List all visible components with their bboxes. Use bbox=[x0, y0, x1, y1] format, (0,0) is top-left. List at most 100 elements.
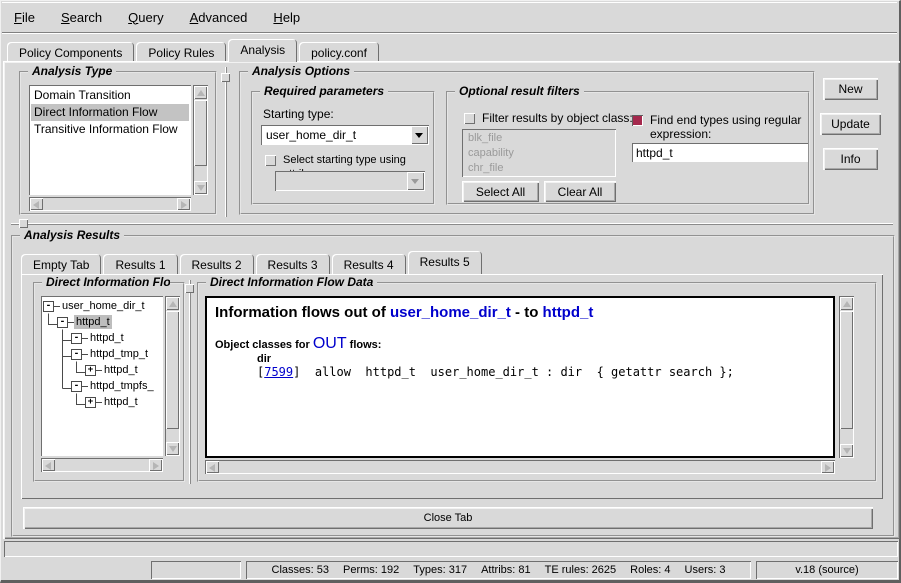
tree-node[interactable]: + httpd_t bbox=[41, 394, 163, 410]
tab-results-4[interactable]: Results 4 bbox=[332, 254, 406, 274]
scroll-down-icon[interactable] bbox=[840, 444, 853, 457]
main-sash-handle[interactable] bbox=[19, 219, 28, 228]
analysis-type-vscrollbar[interactable] bbox=[193, 85, 208, 195]
starting-type-combobox[interactable]: user_home_dir_t bbox=[261, 125, 429, 145]
scroll-down-icon[interactable] bbox=[194, 181, 207, 194]
menu-help[interactable]: Help bbox=[273, 10, 300, 25]
analysis-options-group: Analysis Options Required parameters Sta… bbox=[239, 71, 815, 215]
results-sash-handle[interactable] bbox=[185, 284, 194, 293]
tab-results-5[interactable]: Results 5 bbox=[408, 251, 482, 274]
update-button[interactable]: Update bbox=[820, 113, 881, 135]
scroll-thumb[interactable] bbox=[166, 311, 179, 429]
tab-policy-rules[interactable]: Policy Rules bbox=[136, 42, 226, 62]
tab-policy-conf[interactable]: policy.conf bbox=[299, 42, 379, 62]
analysis-type-title: Analysis Type bbox=[28, 64, 116, 78]
scroll-up-icon[interactable] bbox=[194, 86, 207, 99]
menu-advanced[interactable]: Advanced bbox=[190, 10, 248, 25]
regex-checkbox[interactable] bbox=[632, 115, 643, 126]
scroll-thumb[interactable] bbox=[194, 100, 207, 166]
flow-data-text[interactable]: Information flows out of user_home_dir_t… bbox=[205, 296, 835, 458]
scroll-down-icon[interactable] bbox=[166, 442, 179, 455]
stat-te-rules: TE rules: 2625 bbox=[545, 564, 617, 576]
data-vscrollbar[interactable] bbox=[839, 296, 854, 458]
collapse-icon[interactable]: - bbox=[57, 317, 68, 328]
tab-policy-components[interactable]: Policy Components bbox=[7, 42, 134, 62]
info-button[interactable]: Info bbox=[823, 148, 878, 170]
menu-bar: File Search Query Advanced Help bbox=[2, 2, 897, 33]
tree-node-label[interactable]: httpd_t bbox=[102, 395, 140, 409]
analysis-type-listbox[interactable]: Domain Transition Direct Information Flo… bbox=[29, 85, 191, 195]
analysis-results-group: Analysis Results Empty Tab Results 1 Res… bbox=[11, 235, 895, 537]
collapse-icon[interactable]: - bbox=[71, 349, 82, 360]
tab-analysis[interactable]: Analysis bbox=[228, 39, 297, 62]
tree-node-label[interactable]: user_home_dir_t bbox=[60, 299, 147, 313]
tab-empty-tab[interactable]: Empty Tab bbox=[21, 254, 101, 274]
menu-file[interactable]: File bbox=[14, 10, 35, 25]
clear-all-button[interactable]: Clear All bbox=[544, 181, 616, 202]
tree-vscrollbar[interactable] bbox=[165, 296, 180, 456]
list-item[interactable]: Domain Transition bbox=[31, 87, 189, 104]
main-horizontal-sash[interactable] bbox=[11, 223, 893, 225]
tree-node-label[interactable]: httpd_t bbox=[74, 315, 112, 329]
object-class-checkbox-row[interactable]: Filter results by object class: bbox=[464, 111, 633, 125]
menu-search[interactable]: Search bbox=[61, 10, 102, 25]
attrib-checkbox[interactable] bbox=[265, 155, 276, 166]
flow-tree[interactable]: - user_home_dir_t - httpd_t - httpd_t bbox=[41, 296, 163, 456]
close-tab-button[interactable]: Close Tab bbox=[23, 507, 873, 529]
collapse-icon[interactable]: - bbox=[71, 381, 82, 392]
tab-results-3[interactable]: Results 3 bbox=[256, 254, 330, 274]
tree-node[interactable]: - user_home_dir_t bbox=[41, 298, 163, 314]
select-all-button[interactable]: Select All bbox=[462, 181, 539, 202]
scroll-left-icon[interactable] bbox=[42, 459, 55, 471]
tree-node-label[interactable]: httpd_t bbox=[88, 331, 126, 345]
scroll-left-icon[interactable] bbox=[206, 461, 219, 473]
results-vertical-sash[interactable] bbox=[189, 280, 191, 484]
tree-node[interactable]: - httpd_t bbox=[41, 314, 163, 330]
scroll-thumb[interactable] bbox=[840, 311, 853, 429]
stat-roles: Roles: 4 bbox=[630, 564, 670, 576]
tree-node[interactable]: - httpd_tmp_t bbox=[41, 346, 163, 362]
collapse-icon[interactable]: - bbox=[71, 333, 82, 344]
scroll-up-icon[interactable] bbox=[840, 297, 853, 310]
scroll-right-icon[interactable] bbox=[177, 198, 190, 210]
chevron-down-icon[interactable] bbox=[411, 126, 428, 144]
tree-hscrollbar[interactable] bbox=[41, 458, 163, 472]
scroll-right-icon[interactable] bbox=[821, 461, 834, 473]
list-item[interactable]: Transitive Information Flow bbox=[31, 121, 189, 138]
new-button[interactable]: New bbox=[823, 78, 878, 100]
menu-query[interactable]: Query bbox=[128, 10, 163, 25]
scroll-right-icon[interactable] bbox=[149, 459, 162, 471]
tree-node-label[interactable]: httpd_t bbox=[102, 363, 140, 377]
list-item: capability bbox=[465, 146, 613, 161]
top-vertical-sash[interactable] bbox=[225, 67, 227, 217]
tree-node[interactable]: - httpd_t bbox=[41, 330, 163, 346]
expand-icon[interactable]: + bbox=[85, 397, 96, 408]
object-class-checkbox[interactable] bbox=[464, 113, 475, 124]
tree-node-label[interactable]: httpd_tmp_t bbox=[88, 347, 150, 361]
tree-node-label[interactable]: httpd_tmpfs_ bbox=[88, 379, 156, 393]
tree-node[interactable]: + httpd_t bbox=[41, 362, 163, 378]
flow-tree-title: Direct Information Flow T bbox=[42, 275, 170, 289]
scroll-left-icon[interactable] bbox=[30, 198, 43, 210]
analysis-type-hscrollbar[interactable] bbox=[29, 197, 191, 211]
regex-input[interactable] bbox=[632, 143, 808, 162]
starting-type-label: Starting type: bbox=[263, 107, 334, 121]
close-tab-label: Close Tab bbox=[424, 512, 473, 524]
top-sash-handle[interactable] bbox=[221, 73, 230, 82]
list-item[interactable]: Direct Information Flow bbox=[31, 104, 189, 121]
flow-data-group: Direct Information Flow Data Information… bbox=[197, 282, 877, 482]
headline-source-type: user_home_dir_t bbox=[390, 304, 511, 321]
rule-number-link[interactable]: 7599 bbox=[264, 365, 293, 379]
subhead-suffix: flows: bbox=[347, 339, 382, 351]
tab-label: Results 2 bbox=[192, 258, 242, 272]
collapse-icon[interactable]: - bbox=[43, 301, 54, 312]
expand-icon[interactable]: + bbox=[85, 365, 96, 376]
data-hscrollbar[interactable] bbox=[205, 460, 835, 474]
regex-checkbox-row[interactable]: Find end types using regular expression: bbox=[632, 113, 804, 141]
tab-results-1[interactable]: Results 1 bbox=[103, 254, 177, 274]
required-parameters-title: Required parameters bbox=[260, 84, 388, 98]
tree-node[interactable]: - httpd_tmpfs_ bbox=[41, 378, 163, 394]
flow-subhead: Object classes for OUT flows: bbox=[215, 335, 825, 353]
scroll-up-icon[interactable] bbox=[166, 297, 179, 310]
tab-results-2[interactable]: Results 2 bbox=[180, 254, 254, 274]
